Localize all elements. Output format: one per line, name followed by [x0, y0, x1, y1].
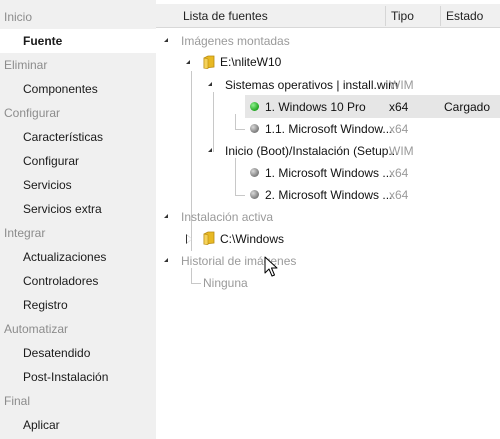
tree-group-active-install[interactable]: Instalación activa: [181, 206, 273, 228]
column-header: Lista de fuentes Tipo Estado: [156, 4, 500, 28]
sidebar-category-inicio: Inicio: [4, 10, 33, 24]
boot-image-type-2: x64: [389, 188, 409, 202]
tree-connector: [235, 158, 236, 195]
mouse-cursor-icon: [264, 256, 278, 277]
boot-group-node[interactable]: Inicio (Boot)/Instalación (Setup...: [225, 140, 398, 162]
grey-dot-icon: [250, 190, 259, 199]
tree-group-image-history[interactable]: Historial de imágenes: [181, 250, 296, 272]
tree-connector: [235, 114, 236, 129]
tree-group-mounted-images[interactable]: Imágenes montadas: [181, 30, 290, 52]
tree-connector: [235, 129, 245, 130]
image-history-empty: Ninguna: [203, 276, 248, 290]
sidebar-item-componentes[interactable]: Componentes: [0, 77, 156, 101]
sidebar-item-actualizaciones[interactable]: Actualizaciones: [0, 245, 156, 269]
sidebar-item-aplicar[interactable]: Aplicar: [0, 413, 156, 437]
image-node-windows10pro[interactable]: 1. Windows 10 Pro: [265, 96, 366, 118]
boot-image-node-2[interactable]: 2. Microsoft Windows ...: [265, 184, 392, 206]
image-type-windows10pro: x64: [389, 100, 409, 114]
grey-dot-icon: [250, 124, 259, 133]
tree-connector: [191, 283, 201, 284]
sidebar-item-configurar[interactable]: Configurar: [0, 149, 156, 173]
tree-connector: [213, 92, 214, 152]
image-type-microsoft-windows-1-1: x64: [389, 122, 409, 136]
boot-image-node-1[interactable]: 1. Microsoft Windows ...: [265, 162, 392, 184]
collapse-arrow-icon[interactable]: [164, 258, 168, 262]
column-header-type[interactable]: Tipo: [383, 4, 414, 28]
sidebar-item-post-instalacion[interactable]: Post-Instalación: [0, 365, 156, 389]
sidebar-category-configurar: Configurar: [4, 106, 61, 120]
active-install-path-node[interactable]: C:\Windows: [220, 228, 284, 250]
sidebar-item-fuente[interactable]: Fuente: [0, 29, 156, 53]
sidebar-item-servicios-extra[interactable]: Servicios extra: [0, 197, 156, 221]
collapse-arrow-icon[interactable]: [208, 82, 212, 86]
expand-arrow-icon: [187, 235, 192, 243]
boot-image-type-1: x64: [389, 166, 409, 180]
column-header-status[interactable]: Estado: [438, 4, 483, 28]
loaded-status-green-dot-icon: [250, 102, 259, 111]
os-group-type: WIM: [389, 78, 414, 92]
collapse-arrow-icon[interactable]: [208, 148, 212, 152]
sidebar-category-eliminar: Eliminar: [4, 58, 48, 72]
grey-dot-icon: [250, 168, 259, 177]
sidebar-item-registro[interactable]: Registro: [0, 293, 156, 317]
folder-icon: [203, 55, 215, 69]
sidebar-item-desatendido[interactable]: Desatendido: [0, 341, 156, 365]
sidebar-category-integrar: Integrar: [4, 226, 46, 240]
sidebar-category-automatizar: Automatizar: [4, 322, 69, 336]
sidebar: Inicio Fuente Eliminar Componentes Confi…: [0, 0, 156, 439]
column-header-sources[interactable]: Lista de fuentes: [175, 4, 268, 28]
sidebar-item-controladores[interactable]: Controladores: [0, 269, 156, 293]
collapse-arrow-icon[interactable]: [164, 214, 168, 218]
folder-icon: [203, 231, 215, 245]
collapse-arrow-icon[interactable]: [164, 38, 168, 42]
sidebar-item-caracteristicas[interactable]: Características: [0, 125, 156, 149]
boot-group-type: WIM: [389, 144, 414, 158]
os-group-node[interactable]: Sistemas operativos | install.wim: [225, 74, 398, 96]
collapse-arrow-icon[interactable]: [186, 60, 190, 64]
source-list-panel: Lista de fuentes Tipo Estado Imágenes mo…: [156, 0, 500, 439]
tree-connector: [235, 195, 245, 196]
image-status-windows10pro: Cargado: [444, 100, 491, 114]
sidebar-category-final: Final: [4, 394, 31, 408]
image-node-microsoft-windows-1-1[interactable]: 1.1. Microsoft Window...: [265, 118, 392, 140]
mount-path-node[interactable]: E:\nliteW10: [220, 51, 281, 73]
sidebar-item-servicios[interactable]: Servicios: [0, 173, 156, 197]
